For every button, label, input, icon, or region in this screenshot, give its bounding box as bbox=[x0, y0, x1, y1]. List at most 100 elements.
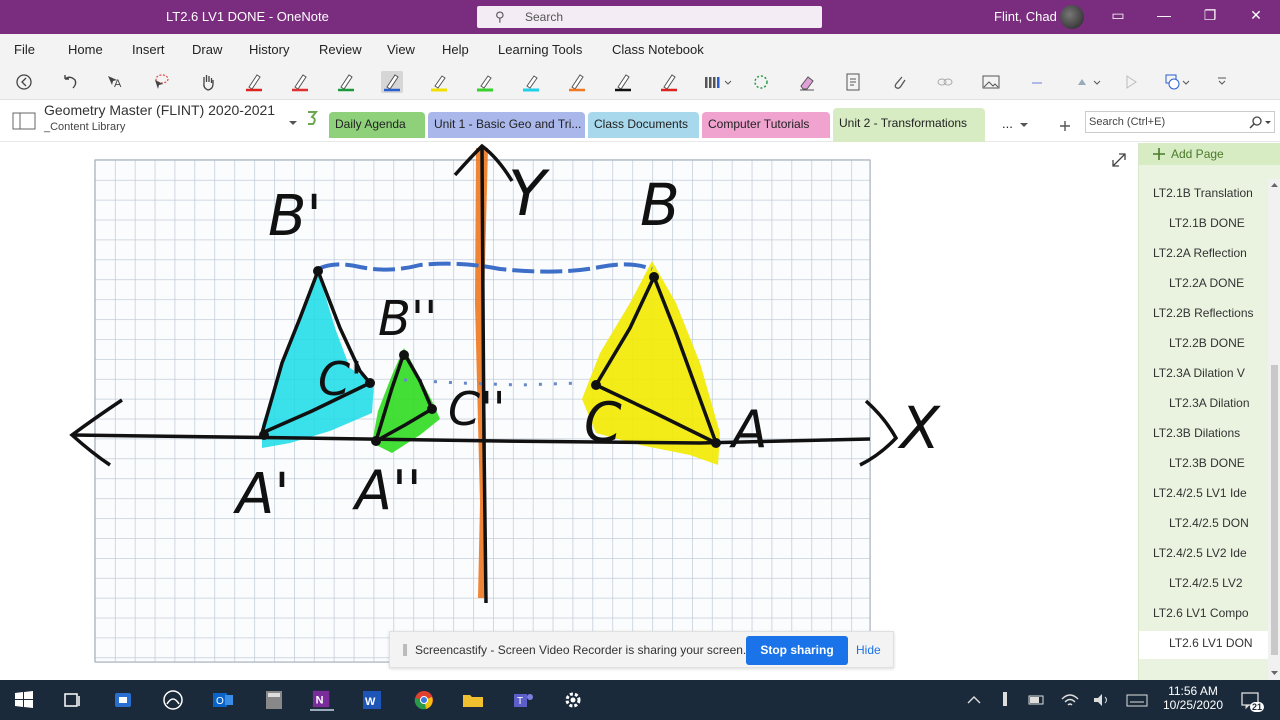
search-scope-icon[interactable] bbox=[1247, 115, 1273, 131]
menu-file[interactable]: File bbox=[14, 42, 35, 57]
more-options-icon[interactable] bbox=[1211, 71, 1233, 93]
battery-icon[interactable] bbox=[1025, 689, 1049, 711]
scroll-thumb[interactable] bbox=[1271, 365, 1278, 655]
page-canvas[interactable]: Y X B' B B'' C' C'' C A' A'' A bbox=[0, 143, 1138, 680]
settings-gear-icon[interactable] bbox=[561, 689, 585, 711]
replay-icon[interactable] bbox=[1120, 71, 1142, 93]
expand-icon[interactable] bbox=[1112, 153, 1126, 167]
pen-tray-icon[interactable] bbox=[993, 689, 1017, 711]
menu-history[interactable]: History bbox=[249, 42, 289, 57]
onenote-icon[interactable]: N bbox=[310, 689, 334, 711]
volume-icon[interactable] bbox=[1090, 689, 1114, 711]
page-item[interactable]: LT2.3B DONE bbox=[1169, 456, 1268, 474]
link-icon[interactable] bbox=[934, 71, 956, 93]
pan-icon[interactable] bbox=[197, 71, 219, 93]
ink-drawing[interactable]: Y X B' B B'' C' C'' C A' A'' A bbox=[0, 143, 1138, 680]
windows-start-icon[interactable] bbox=[12, 689, 36, 711]
notebook-search-input[interactable]: Search (Ctrl+E) bbox=[1085, 111, 1275, 133]
page-item[interactable]: LT2.2B Reflections bbox=[1153, 306, 1268, 324]
keyboard-icon[interactable] bbox=[1125, 689, 1149, 711]
page-item[interactable]: LT2.6 LV1 Compo bbox=[1153, 606, 1268, 624]
back-icon[interactable] bbox=[13, 71, 35, 93]
pen-black-icon[interactable] bbox=[612, 71, 634, 93]
menu-view[interactable]: View bbox=[387, 42, 415, 57]
page-item[interactable]: LT2.4/2.5 DON bbox=[1169, 516, 1268, 534]
drawing-app-icon[interactable] bbox=[161, 689, 185, 711]
scroll-down-icon[interactable] bbox=[1270, 669, 1279, 677]
menu-review[interactable]: Review bbox=[319, 42, 362, 57]
tabs-dropdown-icon[interactable] bbox=[1018, 120, 1030, 130]
menu-help[interactable]: Help bbox=[442, 42, 469, 57]
user-name[interactable]: Flint, Chad bbox=[994, 9, 1057, 24]
word-icon[interactable]: W bbox=[361, 689, 385, 711]
highlighter-yellow-icon[interactable] bbox=[428, 71, 450, 93]
pages-scrollbar[interactable] bbox=[1268, 179, 1280, 680]
menu-insert[interactable]: Insert bbox=[132, 42, 165, 57]
pen-blue-icon[interactable] bbox=[381, 71, 403, 93]
menu-learning-tools[interactable]: Learning Tools bbox=[498, 42, 582, 57]
page-item[interactable]: LT2.4/2.5 LV2 Ide bbox=[1153, 546, 1268, 564]
shape-icon[interactable] bbox=[1026, 71, 1048, 93]
teams-icon[interactable]: T bbox=[511, 689, 535, 711]
highlighter-green-icon[interactable] bbox=[474, 71, 496, 93]
page-item[interactable]: LT2.3A Dilation V bbox=[1153, 366, 1268, 384]
menu-class-notebook[interactable]: Class Notebook bbox=[612, 42, 704, 57]
page-item[interactable]: LT2.2A DONE bbox=[1169, 276, 1268, 294]
outlook-icon[interactable]: O bbox=[211, 689, 235, 711]
highlighter-cyan-icon[interactable] bbox=[520, 71, 542, 93]
tab-class-documents[interactable]: Class Documents bbox=[588, 112, 699, 138]
page-item[interactable]: LT2.4/2.5 LV1 Ide bbox=[1153, 486, 1268, 504]
add-page-button[interactable]: Add Page bbox=[1139, 143, 1280, 165]
tab-daily-agenda[interactable]: Daily Agenda bbox=[329, 112, 425, 138]
fullscreen-icon[interactable]: ▭ bbox=[1108, 7, 1128, 24]
chevron-down-icon[interactable] bbox=[287, 118, 299, 128]
more-tabs-button[interactable]: ... bbox=[1002, 116, 1013, 131]
math-icon[interactable] bbox=[1072, 71, 1104, 93]
page-item-current[interactable]: LT2.6 LV1 DON bbox=[1139, 631, 1268, 659]
undo-icon[interactable] bbox=[59, 71, 81, 93]
pen-red-icon[interactable] bbox=[243, 71, 265, 93]
pen-green-icon[interactable] bbox=[335, 71, 357, 93]
close-icon[interactable]: ✕ bbox=[1246, 7, 1266, 24]
page-item[interactable]: LT2.2B DONE bbox=[1169, 336, 1268, 354]
notebook-icon[interactable] bbox=[12, 112, 36, 130]
menu-home[interactable]: Home bbox=[68, 42, 103, 57]
image-icon[interactable] bbox=[980, 71, 1002, 93]
avatar[interactable] bbox=[1060, 5, 1084, 29]
tab-unit-2[interactable]: Unit 2 - Transformations bbox=[833, 108, 985, 142]
menu-draw[interactable]: Draw bbox=[192, 42, 222, 57]
pen-red3-icon[interactable] bbox=[658, 71, 680, 93]
lasso-icon[interactable] bbox=[750, 71, 772, 93]
drag-handle-icon[interactable]: ❚ bbox=[400, 642, 410, 656]
minimize-icon[interactable]: — bbox=[1154, 7, 1174, 23]
page-item[interactable]: LT2.1B Translation bbox=[1153, 186, 1268, 204]
pen-orange-icon[interactable] bbox=[566, 71, 588, 93]
attach-icon[interactable] bbox=[888, 71, 910, 93]
page-item[interactable]: LT2.3B Dilations bbox=[1153, 426, 1268, 444]
shapes-dropdown-icon[interactable] bbox=[1163, 71, 1195, 93]
calculator-icon[interactable] bbox=[262, 689, 286, 711]
notebook-title[interactable]: Geometry Master (FLINT) 2020-2021 bbox=[44, 102, 275, 118]
tab-unit-1[interactable]: Unit 1 - Basic Geo and Tri... bbox=[428, 112, 585, 138]
page-item[interactable]: LT2.3A Dilation bbox=[1169, 396, 1268, 414]
file-explorer-icon[interactable] bbox=[461, 689, 485, 711]
ink-to-text-icon[interactable] bbox=[842, 71, 864, 93]
page-item[interactable]: LT2.4/2.5 LV2 bbox=[1169, 576, 1268, 594]
app-icon[interactable] bbox=[111, 689, 135, 711]
section-group-name[interactable]: _Content Library bbox=[44, 121, 125, 133]
eraser-icon[interactable] bbox=[796, 71, 818, 93]
tray-chevron-up-icon[interactable] bbox=[962, 689, 986, 711]
add-pen-icon[interactable] bbox=[702, 71, 734, 93]
task-view-icon[interactable] bbox=[60, 689, 84, 711]
hide-button[interactable]: Hide bbox=[856, 643, 881, 657]
add-section-icon[interactable] bbox=[1058, 119, 1072, 133]
scroll-up-icon[interactable] bbox=[1270, 181, 1279, 189]
page-item[interactable]: LT2.2A Reflection bbox=[1153, 246, 1268, 264]
type-select-icon[interactable]: A bbox=[105, 71, 127, 93]
chrome-icon[interactable] bbox=[412, 689, 436, 711]
search-box[interactable]: ⚲ Search bbox=[477, 6, 822, 28]
stop-sharing-button[interactable]: Stop sharing bbox=[746, 636, 848, 665]
tab-computer-tutorials[interactable]: Computer Tutorials bbox=[702, 112, 830, 138]
system-clock[interactable]: 11:56 AM 10/25/2020 bbox=[1160, 684, 1226, 712]
restore-icon[interactable]: ❐ bbox=[1200, 7, 1220, 24]
